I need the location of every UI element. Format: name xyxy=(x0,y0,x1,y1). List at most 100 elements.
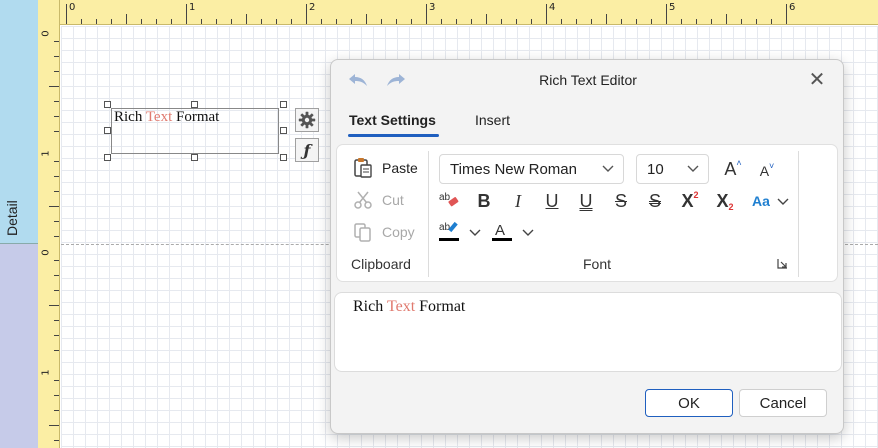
ruler-tick xyxy=(54,410,59,411)
rich-text-control-content: Rich Text Format xyxy=(114,109,219,126)
ruler-tick xyxy=(216,19,217,24)
ruler-number: 0 xyxy=(40,30,52,37)
bold-icon[interactable]: B xyxy=(471,188,497,214)
ruler-tick xyxy=(54,221,59,222)
paste-button[interactable]: Paste xyxy=(352,157,418,179)
font-family-select[interactable]: Times New Roman xyxy=(439,154,624,184)
superscript-icon[interactable]: X2 xyxy=(677,188,703,214)
copy-icon xyxy=(352,221,374,243)
ruler-tick xyxy=(666,4,667,24)
ruler-number: 2 xyxy=(309,2,316,13)
font-size-select[interactable]: 10 xyxy=(636,154,709,184)
ruler-number: 3 xyxy=(429,2,436,13)
ruler-tick xyxy=(426,4,427,24)
ribbon-separator xyxy=(798,151,799,277)
rich-text-control[interactable]: Rich Text Format xyxy=(111,108,279,154)
ruler-tick xyxy=(54,275,59,276)
ruler-tick xyxy=(54,131,59,132)
shrink-font-icon[interactable]: A ˅ xyxy=(754,158,780,184)
ruler-number: 1 xyxy=(40,369,52,376)
ruler-tick xyxy=(501,19,502,24)
control-text-part: Rich xyxy=(114,109,146,125)
cut-button[interactable]: Cut xyxy=(352,189,404,211)
strikethrough-icon[interactable]: S xyxy=(608,188,634,214)
control-text-part: Format xyxy=(172,109,220,125)
resize-handle[interactable] xyxy=(104,154,111,161)
ruler-tick xyxy=(54,41,59,42)
ruler-tick xyxy=(49,206,59,207)
resize-handle[interactable] xyxy=(280,127,287,134)
ruler-number: 4 xyxy=(549,2,556,13)
ok-button[interactable]: OK xyxy=(645,389,733,417)
ruler-number: 1 xyxy=(40,150,52,157)
ruler-tick xyxy=(81,19,82,24)
ruler-tick xyxy=(771,19,772,24)
ruler-tick xyxy=(54,440,59,441)
ruler-tick xyxy=(186,4,187,24)
clipboard-group-label: Clipboard xyxy=(351,256,411,272)
ruler-tick xyxy=(54,395,59,396)
cancel-button[interactable]: Cancel xyxy=(739,389,827,417)
ruler-tick xyxy=(756,19,757,24)
rich-text-editor-area[interactable]: Rich Text Format xyxy=(334,292,842,372)
ruler-tick xyxy=(54,56,59,57)
dialog-title: Rich Text Editor xyxy=(539,72,637,88)
svg-text:ab: ab xyxy=(439,222,451,233)
ruler-tick xyxy=(49,305,59,306)
double-strikethrough-icon[interactable]: S xyxy=(642,188,668,214)
ruler-tick xyxy=(156,19,157,24)
ruler-tick xyxy=(321,19,322,24)
ruler-tick xyxy=(54,71,59,72)
ruler-tick xyxy=(696,19,697,24)
editor-text-part: Format xyxy=(415,298,466,315)
paste-icon xyxy=(352,157,374,179)
scissors-icon xyxy=(352,189,374,211)
ruler-tick xyxy=(171,19,172,24)
active-tab-indicator xyxy=(348,134,439,137)
highlight-color-button[interactable]: ab xyxy=(436,219,484,245)
ruler-tick xyxy=(54,191,59,192)
svg-text:A: A xyxy=(495,222,505,239)
clear-formatting-icon[interactable]: ab xyxy=(436,187,462,213)
ruler-tick xyxy=(411,19,412,24)
control-settings-gear-icon[interactable] xyxy=(295,108,319,132)
ruler-tick xyxy=(546,4,547,24)
resize-handle[interactable] xyxy=(191,101,198,108)
footer-band-tab[interactable] xyxy=(0,244,38,448)
ruler-number: 6 xyxy=(789,2,796,13)
ruler-tick xyxy=(126,14,127,24)
rich-text-editor-dialog: Rich Text Editor ✕ Text Settings Insert … xyxy=(330,59,844,434)
double-underline-icon[interactable]: U xyxy=(573,188,599,214)
ruler-tick xyxy=(486,14,487,24)
horizontal-ruler: 0 1 2 3 4 5 6 xyxy=(60,0,878,25)
resize-handle[interactable] xyxy=(104,127,111,134)
ruler-tick xyxy=(456,19,457,24)
italic-icon[interactable]: I xyxy=(505,188,531,214)
resize-handle[interactable] xyxy=(280,101,287,108)
grow-font-icon[interactable]: A ˄ xyxy=(720,156,746,182)
ruler-tick xyxy=(111,19,112,24)
ruler-tick xyxy=(351,19,352,24)
close-icon[interactable]: ✕ xyxy=(807,70,827,91)
expression-function-icon[interactable]: ƒ xyxy=(295,138,319,162)
resize-handle[interactable] xyxy=(191,154,198,161)
ruler-tick xyxy=(49,86,59,87)
subscript-icon[interactable]: X2 xyxy=(712,188,738,214)
font-dialog-launcher-icon[interactable] xyxy=(774,255,790,271)
ruler-tick xyxy=(276,19,277,24)
copy-button[interactable]: Copy xyxy=(352,221,415,243)
tab-insert[interactable]: Insert xyxy=(475,112,510,128)
resize-handle[interactable] xyxy=(280,154,287,161)
change-case-icon[interactable]: Aa xyxy=(747,188,795,214)
control-text-part-highlight: Text xyxy=(145,109,173,125)
ruler-tick xyxy=(726,14,727,24)
ruler-tick xyxy=(336,19,337,24)
tab-text-settings[interactable]: Text Settings xyxy=(349,112,436,128)
ruler-tick xyxy=(54,260,59,261)
ruler-tick xyxy=(54,335,59,336)
ruler-tick xyxy=(651,19,652,24)
font-color-button[interactable]: A xyxy=(489,219,537,245)
ruler-number: 5 xyxy=(669,2,676,13)
resize-handle[interactable] xyxy=(104,101,111,108)
underline-icon[interactable]: U xyxy=(539,188,565,214)
